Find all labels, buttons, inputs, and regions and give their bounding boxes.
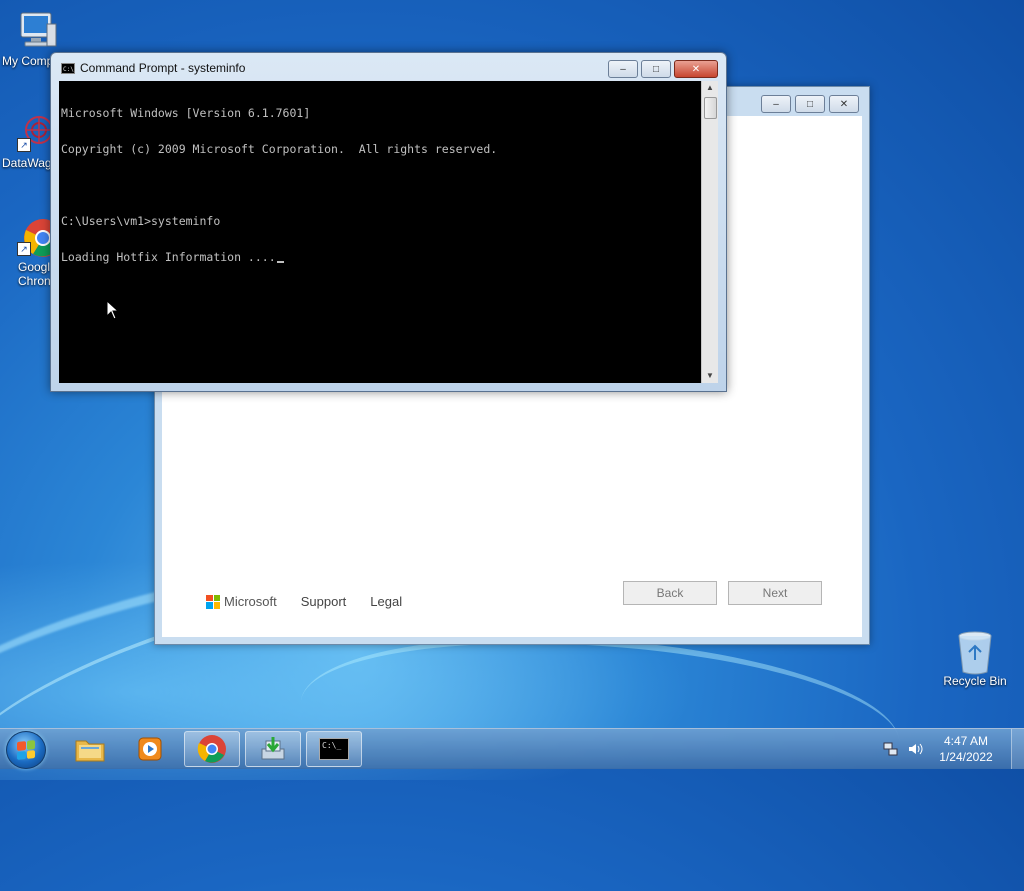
window-title-bar: C:\ Command Prompt - systeminfo (61, 61, 245, 75)
microsoft-logo-icon (206, 594, 220, 609)
taskbar: C:\_ 4:47 AM 1/24/2022 (0, 728, 1024, 769)
minimize-icon: – (773, 98, 779, 110)
maximize-button[interactable]: □ (641, 60, 671, 78)
start-button[interactable] (6, 731, 46, 769)
support-link[interactable]: Support (301, 594, 347, 609)
legal-link[interactable]: Legal (370, 594, 402, 609)
console-line: C:\Users\vm1>systeminfo (61, 214, 221, 228)
console-output[interactable]: Microsoft Windows [Version 6.1.7601] Cop… (59, 81, 701, 383)
taskbar-clock[interactable]: 4:47 AM 1/24/2022 (931, 733, 1001, 765)
console-line-current: Loading Hotfix Information .... (61, 251, 699, 263)
close-icon: ✕ (839, 98, 849, 110)
media-player-icon (138, 737, 162, 761)
text-cursor (276, 261, 284, 263)
computer-icon (17, 10, 57, 50)
desktop-icon-recycle-bin[interactable]: Recycle Bin (940, 630, 1010, 688)
show-desktop-button[interactable] (1011, 729, 1024, 769)
close-icon: ✕ (691, 63, 701, 75)
taskbar-item-media-player[interactable] (122, 731, 178, 767)
folder-icon (75, 740, 105, 762)
taskbar-item-setup-installer[interactable] (245, 731, 301, 767)
setup-window-controls: – □ ✕ (761, 95, 859, 113)
window-title: Command Prompt - systeminfo (80, 61, 246, 75)
scroll-up-arrow-icon[interactable]: ▲ (702, 81, 718, 95)
system-tray: 4:47 AM 1/24/2022 (883, 729, 1024, 769)
setup-footer: Microsoft Support Legal (206, 594, 402, 609)
installer-icon (261, 737, 285, 760)
back-button[interactable]: Back (623, 581, 717, 605)
cmd-window-controls: – □ ✕ (608, 60, 718, 78)
maximize-icon: □ (806, 98, 814, 110)
minimize-icon: – (620, 63, 626, 75)
shortcut-arrow-icon: ↗ (17, 138, 31, 152)
close-button[interactable]: ✕ (674, 60, 718, 78)
minimize-button[interactable]: – (608, 60, 638, 78)
close-button[interactable]: ✕ (829, 95, 859, 113)
desktop-icon-label: Recycle Bin (943, 674, 1007, 688)
mouse-pointer-icon (106, 299, 120, 325)
cmd-icon: C:\ (61, 62, 75, 74)
taskbar-item-google-chrome[interactable] (184, 731, 240, 767)
scroll-thumb[interactable] (704, 97, 717, 119)
windows-logo-icon (17, 740, 35, 760)
volume-icon[interactable] (907, 741, 923, 757)
vertical-scrollbar[interactable]: ▲ ▼ (701, 81, 718, 383)
command-prompt-window[interactable]: C:\ Command Prompt - systeminfo – □ ✕ Mi… (50, 52, 727, 392)
next-button[interactable]: Next (728, 581, 822, 605)
cmd-icon: C:\_ (319, 738, 349, 760)
console-line: Microsoft Windows [Version 6.1.7601] (61, 106, 311, 120)
scroll-down-arrow-icon[interactable]: ▼ (702, 369, 718, 383)
console-line: Copyright (c) 2009 Microsoft Corporation… (61, 142, 498, 156)
chrome-icon (197, 735, 226, 763)
maximize-button[interactable]: □ (795, 95, 825, 113)
microsoft-brand-text: Microsoft (224, 594, 277, 609)
shortcut-arrow-icon: ↗ (17, 242, 31, 256)
network-icon[interactable] (883, 741, 899, 757)
clock-date: 1/24/2022 (939, 750, 993, 764)
taskbar-item-command-prompt[interactable]: C:\_ (306, 731, 362, 767)
clock-time: 4:47 AM (943, 734, 989, 748)
taskbar-item-windows-explorer[interactable] (62, 731, 118, 767)
minimize-button[interactable]: – (761, 95, 791, 113)
microsoft-logo: Microsoft (206, 594, 277, 609)
maximize-icon: □ (652, 63, 660, 75)
recycle-bin-icon (955, 630, 995, 675)
console-line-text: Loading Hotfix Information .... (61, 250, 276, 264)
